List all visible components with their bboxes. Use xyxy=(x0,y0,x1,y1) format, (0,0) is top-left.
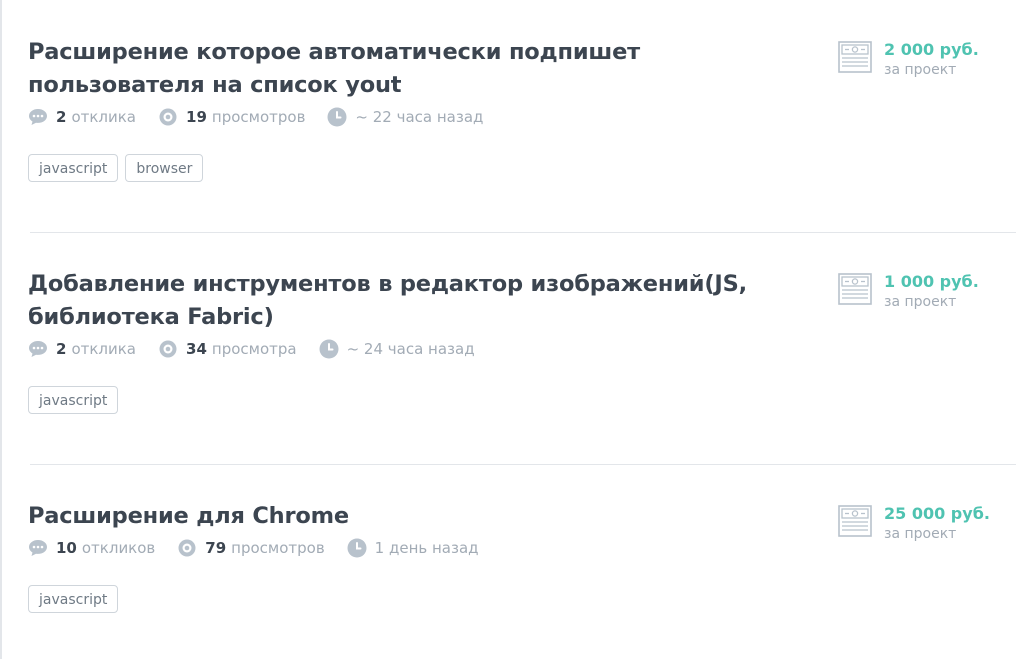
banknote-icon xyxy=(838,41,872,73)
divider xyxy=(30,232,1016,233)
views-number: 79 xyxy=(205,539,227,557)
responses-label: отклика xyxy=(71,340,137,358)
posted-time-label: ~ 22 часа назад xyxy=(355,108,484,126)
responses-number: 2 xyxy=(56,108,67,126)
task-title[interactable]: Добавление инструментов в редактор изобр… xyxy=(28,268,818,334)
task-item: Расширение для Chrome 10 откликов 79 про… xyxy=(28,500,1016,613)
task-meta: 2 отклика 34 просмотра ~ 24 часа назад xyxy=(28,336,1016,362)
views-label: просмотра xyxy=(211,340,297,358)
price-block: 25 000 руб. за проект xyxy=(838,504,990,544)
tag-javascript[interactable]: javascript xyxy=(28,154,119,182)
price-block: 2 000 руб. за проект xyxy=(838,40,979,80)
task-list: Расширение которое автоматически подпише… xyxy=(0,0,1024,659)
price-note: за проект xyxy=(884,294,957,310)
tag-browser[interactable]: browser xyxy=(125,154,204,182)
posted-time: ~ 22 часа назад xyxy=(327,107,483,127)
divider xyxy=(30,464,1016,465)
price-amount: 1 000 руб. xyxy=(884,272,979,291)
views-count: 34 просмотра xyxy=(158,340,297,358)
price-amount: 25 000 руб. xyxy=(884,504,990,523)
price-note: за проект xyxy=(884,62,957,78)
price-text: 25 000 руб. за проект xyxy=(884,504,990,544)
speech-bubble-icon xyxy=(29,341,47,357)
posted-time: 1 день назад xyxy=(347,538,479,558)
views-number: 19 xyxy=(186,108,207,126)
views-count: 19 просмотров xyxy=(158,108,305,126)
responses-label: откликов xyxy=(81,539,156,557)
clock-icon xyxy=(327,107,347,127)
tag-list: javascript xyxy=(28,585,1016,613)
responses-count: 2 отклика xyxy=(28,108,136,126)
task-title[interactable]: Расширение для Chrome xyxy=(28,500,818,533)
posted-time: ~ 24 часа назад xyxy=(319,339,475,359)
responses-number: 2 xyxy=(56,340,67,358)
task-item: Добавление инструментов в редактор изобр… xyxy=(28,268,1016,414)
banknote-icon xyxy=(838,273,872,305)
price-text: 2 000 руб. за проект xyxy=(884,40,979,80)
tag-list: javascript browser xyxy=(28,154,1016,182)
views-number: 34 xyxy=(186,340,207,358)
price-text: 1 000 руб. за проект xyxy=(884,272,979,312)
views-label: просмотров xyxy=(211,108,306,126)
speech-bubble-icon xyxy=(29,109,47,125)
tag-list: javascript xyxy=(28,386,1016,414)
responses-label: отклика xyxy=(71,108,137,126)
responses-number: 10 xyxy=(56,539,77,557)
clock-icon xyxy=(347,538,367,558)
tag-javascript[interactable]: javascript xyxy=(28,585,119,613)
speech-bubble-icon xyxy=(29,540,47,556)
task-meta: 2 отклика 19 просмотров ~ 22 часа назад xyxy=(28,104,1016,130)
banknote-icon xyxy=(838,505,872,537)
eye-icon xyxy=(159,108,177,126)
tag-javascript[interactable]: javascript xyxy=(28,386,119,414)
task-title[interactable]: Расширение которое автоматически подпише… xyxy=(28,36,818,102)
price-block: 1 000 руб. за проект xyxy=(838,272,979,312)
clock-icon xyxy=(319,339,339,359)
price-note: за проект xyxy=(884,526,957,542)
posted-time-label: ~ 24 часа назад xyxy=(346,340,475,358)
views-label: просмотров xyxy=(231,539,325,557)
posted-time-label: 1 день назад xyxy=(374,539,479,557)
task-item: Расширение которое автоматически подпише… xyxy=(28,36,1016,182)
views-count: 79 просмотров xyxy=(177,539,325,557)
responses-count: 10 откликов xyxy=(28,539,155,557)
price-amount: 2 000 руб. xyxy=(884,40,979,59)
eye-icon xyxy=(159,340,177,358)
eye-icon xyxy=(178,539,196,557)
responses-count: 2 отклика xyxy=(28,340,136,358)
